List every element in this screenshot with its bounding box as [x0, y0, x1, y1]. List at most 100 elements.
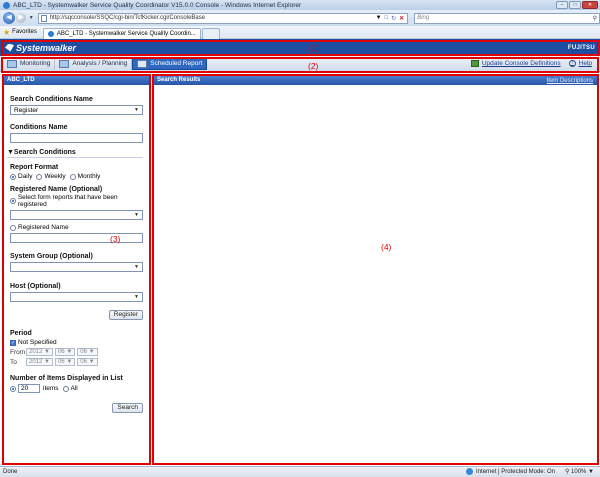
window-titlebar: ABC_LTD - Systemwalker Service Quality C… — [0, 0, 600, 10]
close-window-button[interactable]: ✕ — [582, 1, 598, 9]
app-header: Systemwalker FUJITSU — [0, 39, 600, 56]
analysis-icon — [59, 59, 70, 68]
maximize-button[interactable]: □ — [569, 1, 581, 9]
update-definitions-icon — [470, 60, 479, 67]
radio-registered-name[interactable] — [10, 224, 16, 231]
url-text: http://sqcconsole/SSQC/cgi-bin/TcfKicker… — [49, 15, 206, 21]
menu-monitoring[interactable]: Monitoring — [3, 57, 56, 70]
system-group-select[interactable]: ▼ — [10, 262, 143, 272]
daily-label: Daily — [18, 173, 33, 180]
security-zone: Internet | Protected Mode: On — [466, 468, 555, 476]
status-zone: Internet | Protected Mode: On ⚲ 100% ▼ — [466, 468, 600, 476]
not-specified-checkbox[interactable]: ✓ — [10, 339, 16, 346]
minimize-button[interactable]: – — [556, 1, 568, 9]
weekly-label: Weekly — [44, 173, 66, 180]
search-conditions-toggle[interactable]: ▼Search Conditions — [7, 149, 143, 158]
zoom-control[interactable]: ⚲ 100% ▼ — [565, 468, 594, 475]
radio-items-count[interactable] — [10, 385, 16, 392]
tab-favicon-icon — [47, 30, 54, 37]
menu-analysis-planning[interactable]: Analysis / Planning — [55, 57, 133, 70]
left-panel-body: Search Conditions Name Register ▼ Condit… — [4, 96, 149, 413]
from-date-row: From 2012 ▼ 06 ▼ 06 ▼ — [10, 348, 143, 356]
radio-all[interactable] — [62, 385, 69, 392]
registered-name-input[interactable] — [10, 233, 143, 243]
from-month-select[interactable]: 06 ▼ — [54, 348, 76, 356]
conditions-name-input[interactable] — [10, 133, 143, 143]
browser-tab[interactable]: ABC_LTD - Systemwalker Service Quality C… — [42, 27, 201, 39]
system-group-label: System Group (Optional) — [10, 253, 93, 260]
forward-button[interactable]: ▶ — [15, 13, 26, 23]
report-icon — [137, 59, 148, 68]
search-button-row: Search — [10, 403, 143, 413]
help-link[interactable]: ? Help — [568, 60, 592, 67]
header-links: Update Console Definitions ? Help — [470, 60, 600, 67]
item-descriptions-link[interactable]: Item Descriptions — [547, 77, 593, 86]
monitoring-icon — [7, 59, 17, 68]
to-day-select[interactable]: 06 ▼ — [77, 358, 98, 366]
radio-monthly[interactable] — [69, 173, 76, 180]
period-label: Period — [10, 330, 32, 337]
to-month-select[interactable]: 06 ▼ — [54, 358, 76, 366]
back-button[interactable]: ◀ — [3, 12, 15, 24]
to-year-select[interactable]: 2012 ▼ — [26, 358, 53, 366]
host-label: Host (Optional) — [10, 283, 61, 290]
radio-daily[interactable] — [10, 173, 16, 180]
search-results-panel: Search Results Item Descriptions — [153, 75, 598, 464]
search-button[interactable]: Search — [112, 403, 143, 413]
update-definitions-label: Update Console Definitions — [481, 60, 561, 67]
items-count-input[interactable]: 20 — [18, 384, 40, 393]
systemwalker-logo: Systemwalker — [5, 43, 76, 53]
registered-name-label: Registered Name (Optional) — [10, 186, 103, 193]
from-day-select[interactable]: 06 ▼ — [77, 348, 98, 356]
window-controls: – □ ✕ — [556, 1, 598, 9]
annotation-4: (4) — [381, 242, 392, 252]
favorites-button[interactable]: Favorites — [12, 29, 37, 35]
register-button-row: Register — [10, 310, 143, 320]
search-input[interactable]: Bing ⚲ — [414, 12, 600, 24]
stop-icon[interactable]: ✕ — [399, 15, 404, 22]
from-year-select[interactable]: 2012 ▼ — [26, 348, 53, 356]
address-input[interactable]: http://sqcconsole/SSQC/cgi-bin/TcfKicker… — [37, 12, 409, 24]
search-conditions-name-label: Search Conditions Name — [10, 96, 93, 103]
refresh-icon[interactable]: ↻ — [391, 15, 396, 22]
page-icon — [40, 14, 47, 22]
address-dropdown-icon[interactable]: ▼ — [376, 15, 382, 22]
chevron-down-icon: ▼ — [134, 264, 139, 270]
annotation-2: (2) — [308, 61, 319, 71]
update-console-definitions-link[interactable]: Update Console Definitions — [470, 60, 561, 67]
search-conditions-name-value: Register — [14, 106, 39, 114]
status-bar: Done Internet | Protected Mode: On ⚲ 100… — [0, 466, 600, 477]
systemwalker-logo-icon — [5, 43, 14, 52]
registered-option-1-label: Select form reports that have been regis… — [17, 194, 118, 208]
from-label: From — [10, 348, 26, 356]
host-select[interactable]: ▼ — [10, 292, 143, 302]
menu-scheduled-report-label: Scheduled Report — [150, 60, 203, 67]
registered-option-1: Select form reports that have been regis… — [10, 194, 143, 208]
search-icon[interactable]: ⚲ — [593, 15, 597, 22]
menu-monitoring-label: Monitoring — [20, 60, 51, 67]
items-displayed-label: Number of Items Displayed in List — [10, 375, 123, 382]
compat-view-icon[interactable]: □ — [385, 15, 389, 22]
all-label: All — [70, 385, 78, 392]
not-specified-label: Not Specified — [18, 339, 57, 346]
search-conditions-panel: ABC_LTD Search Conditions Name Register … — [3, 75, 150, 464]
annotation-1: (1) — [308, 43, 319, 53]
tab-title: ABC_LTD - Systemwalker Service Quality C… — [56, 30, 196, 37]
radio-select-registered[interactable] — [10, 198, 16, 204]
annotation-3: (3) — [110, 234, 121, 244]
globe-icon — [466, 468, 474, 476]
ie-logo-icon — [3, 1, 10, 9]
registered-form-select[interactable]: ▼ — [10, 210, 143, 220]
search-conditions-name-select[interactable]: Register ▼ — [10, 105, 143, 115]
register-button[interactable]: Register — [108, 310, 143, 320]
left-panel-title: ABC_LTD — [4, 76, 149, 85]
history-dropdown-icon[interactable]: ▼ — [29, 15, 34, 21]
registered-option-2: Registered Name — [10, 224, 143, 231]
menu-scheduled-report[interactable]: Scheduled Report — [132, 57, 208, 70]
radio-weekly[interactable] — [36, 173, 43, 180]
new-tab-button[interactable] — [201, 27, 220, 39]
status-text: Done — [3, 469, 18, 475]
brand-name: Systemwalker — [16, 42, 77, 53]
search-results-title-text: Search Results — [157, 77, 201, 83]
star-icon: ★ — [3, 27, 11, 37]
